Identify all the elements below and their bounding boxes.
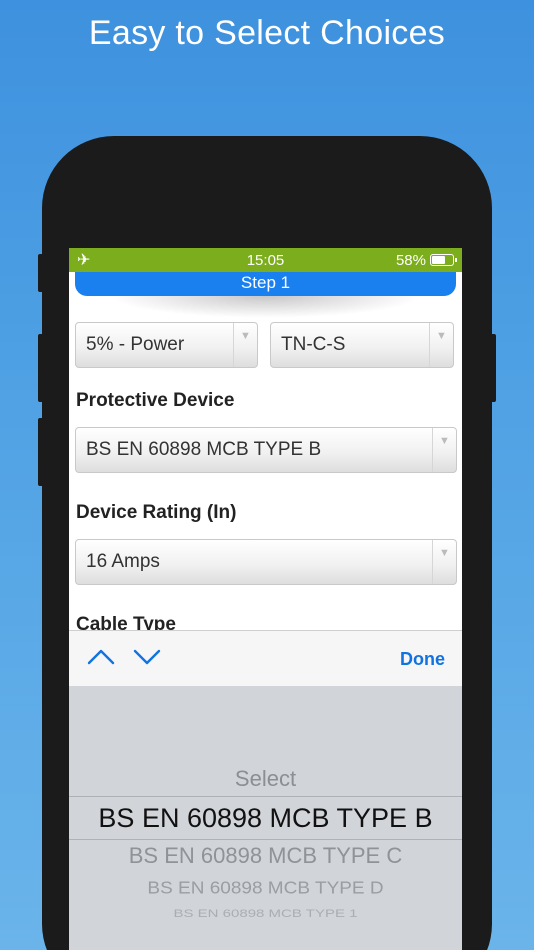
picker-option[interactable]: BS EN 60898 MCB TYPE 1 xyxy=(69,907,462,920)
device-rating-select[interactable]: 16 Amps ▼ xyxy=(75,539,457,585)
dropdown-arrow-icon: ▼ xyxy=(429,323,453,367)
picker-option[interactable]: BS EN 60898 MCB TYPE C xyxy=(69,843,462,869)
form-scroll-area[interactable]: 5% - Power ▼ TN-C-S ▼ Protective Device … xyxy=(69,296,462,630)
dropdown-arrow-icon: ▼ xyxy=(233,323,257,367)
done-button[interactable]: Done xyxy=(400,649,445,670)
earthing-value: TN-C-S xyxy=(281,334,346,355)
option-picker-wheel[interactable]: Select BS EN 60898 MCB TYPE B BS EN 6089… xyxy=(69,686,462,950)
promo-headline: Easy to Select Choices xyxy=(88,14,446,52)
picker-selection-bottom-line xyxy=(69,839,462,840)
scroll-shadow xyxy=(109,296,422,318)
voltage-drop-select[interactable]: 5% - Power ▼ xyxy=(75,322,258,368)
keyboard-toolbar: Done xyxy=(69,630,462,686)
cable-type-label: Cable Type xyxy=(76,614,176,630)
picker-selection-top-line xyxy=(69,796,462,797)
picker-option[interactable]: BS EN 60898 MCB TYPE D xyxy=(69,879,462,899)
device-rating-value: 16 Amps xyxy=(86,551,160,572)
protective-device-label: Protective Device xyxy=(76,390,235,411)
step-header: Step 1 xyxy=(75,272,456,296)
device-rating-label: Device Rating (In) xyxy=(76,502,237,523)
picker-option[interactable]: Select xyxy=(69,766,462,792)
battery-percentage: 58% xyxy=(395,252,426,269)
next-field-icon[interactable] xyxy=(132,645,162,669)
battery-level-fill xyxy=(432,256,445,264)
dropdown-arrow-icon: ▼ xyxy=(432,428,456,472)
dropdown-arrow-icon: ▼ xyxy=(432,540,456,584)
previous-field-icon[interactable] xyxy=(86,645,116,669)
status-bar: ✈ 15:05 58% xyxy=(69,248,462,272)
earthing-select[interactable]: TN-C-S ▼ xyxy=(270,322,454,368)
protective-device-value: BS EN 60898 MCB TYPE B xyxy=(86,439,322,460)
voltage-drop-value: 5% - Power xyxy=(86,334,185,355)
phone-screen: ✈ 15:05 58% Step 1 5% - Power ▼ TN-C-S ▼… xyxy=(69,248,462,950)
protective-device-select[interactable]: BS EN 60898 MCB TYPE B ▼ xyxy=(75,427,457,473)
battery-icon xyxy=(430,254,457,266)
picker-option-selected[interactable]: BS EN 60898 MCB TYPE B xyxy=(69,803,462,834)
